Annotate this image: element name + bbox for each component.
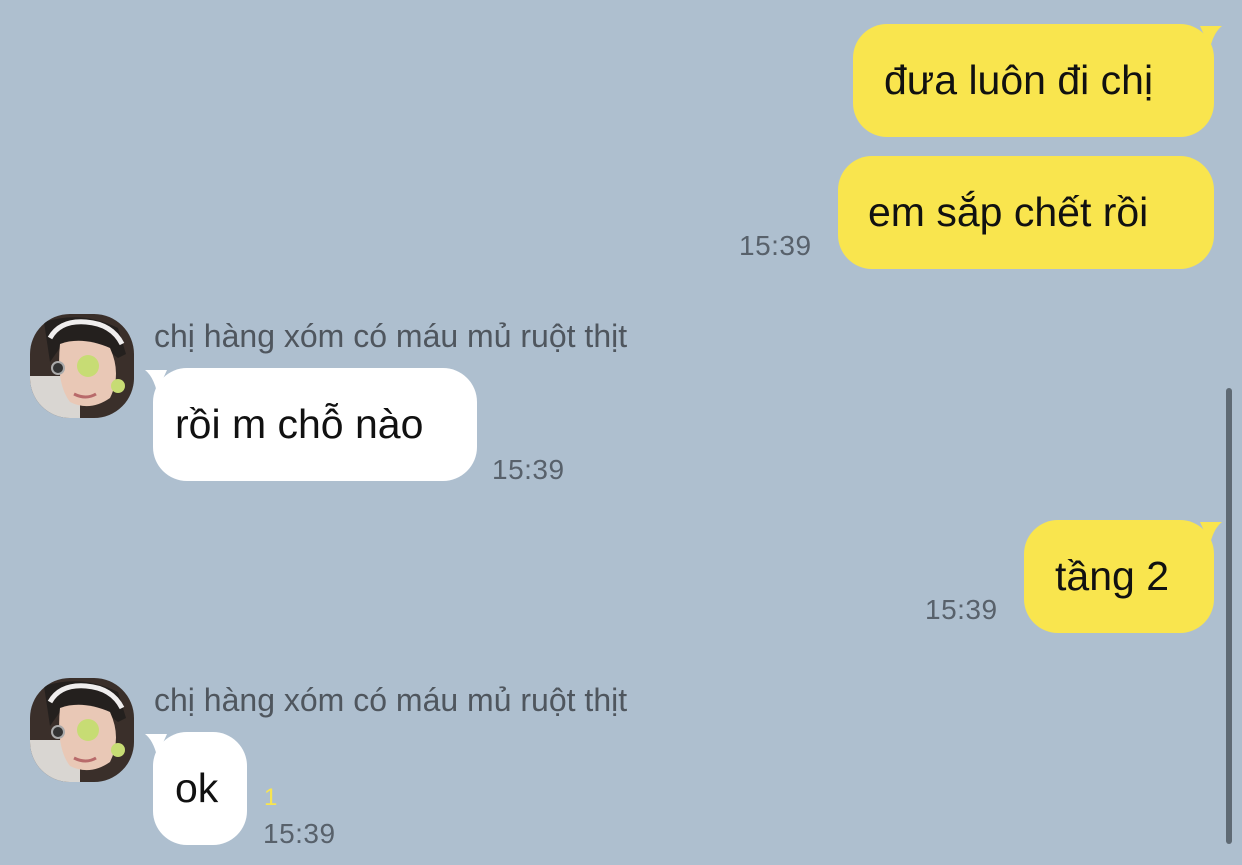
contact-avatar[interactable] (30, 678, 134, 782)
sender-name: chị hàng xóm có máu mủ ruột thịt (154, 682, 628, 718)
message-timestamp: 15:39 (263, 818, 336, 849)
their-message-bubble[interactable]: rồi m chỗ nào (145, 368, 477, 481)
sender-name: chị hàng xóm có máu mủ ruột thịt (154, 318, 628, 354)
bubble-tail-icon (145, 370, 167, 392)
avatar-photo-icon (30, 678, 134, 782)
unread-count: 1 (264, 784, 278, 811)
message-timestamp: 15:39 (739, 230, 812, 261)
chat-view: đưa luôn đi chị em sắp chết rồi 15:39 ch… (0, 0, 1242, 865)
my-message-bubble[interactable]: tầng 2 (1024, 520, 1222, 633)
scrollbar-thumb[interactable] (1226, 388, 1232, 844)
message-timestamp: 15:39 (925, 594, 998, 625)
my-message-bubble[interactable]: em sắp chết rồi (838, 156, 1214, 269)
bubble-tail-icon (1200, 26, 1222, 48)
bubble-tail-icon (145, 734, 167, 756)
message-text: đưa luôn đi chị (884, 57, 1154, 103)
their-message-bubble[interactable]: ok (145, 732, 247, 845)
message-text: ok (175, 765, 219, 811)
contact-avatar[interactable] (30, 314, 134, 418)
message-timestamp: 15:39 (492, 454, 565, 485)
message-text: rồi m chỗ nào (175, 401, 424, 447)
bubble-tail-icon (1200, 522, 1222, 544)
avatar-photo-icon (30, 314, 134, 418)
my-message-bubble[interactable]: đưa luôn đi chị (853, 24, 1222, 137)
message-text: tầng 2 (1055, 553, 1169, 599)
vertical-scrollbar[interactable] (1224, 388, 1234, 844)
message-text: em sắp chết rồi (868, 189, 1149, 235)
